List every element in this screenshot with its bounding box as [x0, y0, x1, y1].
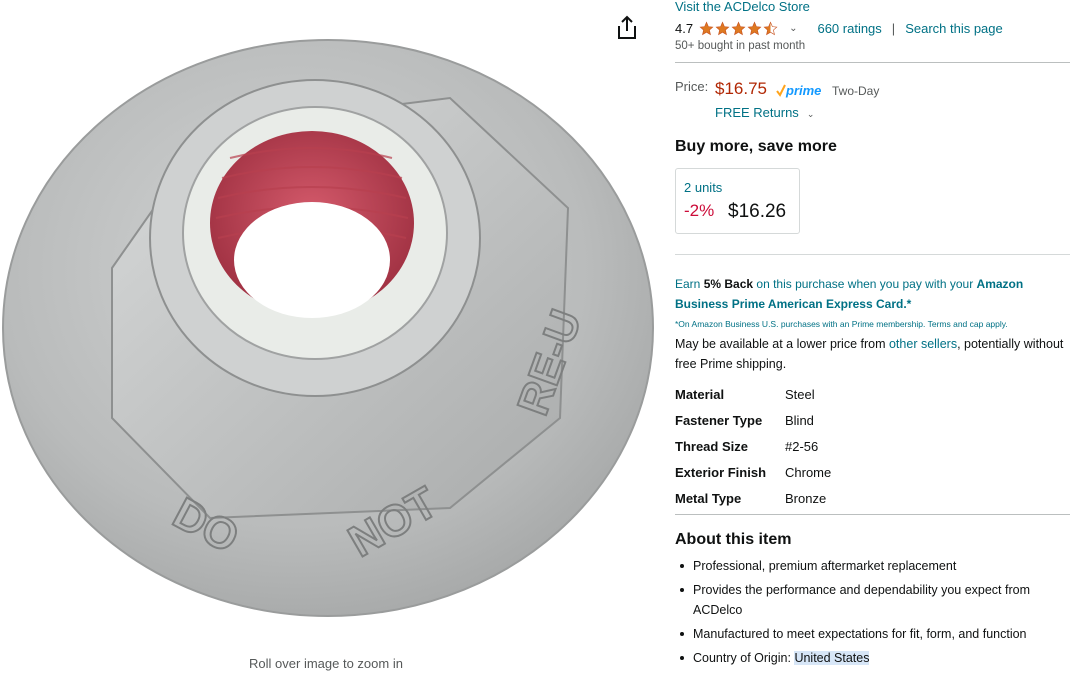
spec-key: Thread Size: [675, 438, 748, 454]
promo-fine-print[interactable]: *On Amazon Business U.S. purchases with …: [675, 319, 1008, 329]
spec-row: Metal Type Bronze: [675, 485, 831, 511]
svg-text:prime: prime: [785, 83, 821, 98]
about-bullets: Professional, premium aftermarket replac…: [675, 556, 1070, 672]
spec-value: Bronze: [785, 490, 827, 506]
spec-value: Chrome: [785, 464, 832, 480]
spec-table: Material Steel Fastener Type Blind Threa…: [675, 381, 831, 511]
price-label: Price:: [675, 79, 709, 94]
promo-back: 5% Back: [703, 277, 754, 291]
divider: [675, 514, 1070, 515]
lower-price-before: May be available at a lower price from: [675, 337, 889, 351]
spec-key: Metal Type: [675, 490, 742, 506]
image-column: DO NOT RE-U Roll over image to zoom in: [0, 0, 655, 676]
tier-price: $16.26: [728, 201, 787, 222]
spec-row: Fastener Type Blind: [675, 407, 831, 433]
store-link[interactable]: Visit the ACDelco Store: [675, 0, 810, 14]
share-button[interactable]: [614, 14, 640, 42]
amex-promo[interactable]: Earn 5% Back on this purchase when you p…: [675, 274, 1070, 314]
spec-key: Exterior Finish: [675, 464, 767, 480]
buy-more-title: Buy more, save more: [675, 138, 837, 155]
list-item: Country of Origin: United States: [675, 648, 1070, 668]
rating-value: 4.7: [675, 20, 694, 36]
lower-price-note: May be available at a lower price from o…: [675, 334, 1070, 374]
product-image[interactable]: DO NOT RE-U: [0, 38, 655, 618]
promo-mid: on this purchase when you pay with your: [753, 277, 977, 291]
spec-row: Thread Size #2-56: [675, 433, 831, 459]
rating-row: 4.7 ⌄ 660 ratings | Search this page: [675, 18, 1003, 38]
star-icon: [747, 20, 762, 35]
list-item: Manufactured to meet expectations for fi…: [675, 624, 1070, 644]
tier-discount: -2%: [684, 201, 715, 220]
star-icon: [699, 20, 714, 35]
price-value: $16.75: [715, 79, 767, 98]
origin-label: Country of Origin:: [693, 651, 795, 665]
tier-units: 2 units: [684, 180, 723, 195]
other-sellers-link[interactable]: other sellers: [889, 337, 957, 351]
chevron-down-icon: ⌄: [806, 109, 815, 119]
product-info: Visit the ACDelco Store 4.7 ⌄ 660 rating…: [675, 0, 1070, 676]
spec-row: Material Steel: [675, 381, 831, 407]
origin-value: United States: [794, 651, 870, 665]
list-item: Provides the performance and dependabili…: [675, 580, 1070, 620]
promo-earn: Earn: [675, 277, 704, 291]
prime-speed: Two-Day: [832, 84, 880, 98]
spec-value: #2-56: [785, 438, 819, 454]
free-returns-label: FREE Returns: [715, 105, 799, 120]
spec-value: Blind: [785, 412, 814, 428]
search-page-link[interactable]: Search this page: [905, 21, 1003, 36]
divider: [675, 254, 1070, 255]
free-returns-link[interactable]: FREE Returns ⌄: [715, 105, 814, 120]
spec-key: Material: [675, 386, 725, 402]
share-icon: [618, 15, 636, 39]
star-icon: [731, 20, 746, 35]
ratings-link[interactable]: 660 ratings: [817, 21, 881, 36]
about-title: About this item: [675, 531, 792, 548]
list-item: Professional, premium aftermarket replac…: [675, 556, 1070, 576]
quantity-tier-card[interactable]: 2 units -2% $16.26: [675, 168, 800, 234]
prime-logo: prime: [776, 83, 821, 98]
half-star-icon: [763, 20, 778, 35]
bought-count: 50+ bought in past month: [675, 40, 806, 52]
zoom-hint: Roll over image to zoom in: [249, 656, 403, 671]
spec-row: Exterior Finish Chrome: [675, 459, 831, 485]
star-rating[interactable]: ⌄: [699, 20, 798, 36]
star-icon: [715, 20, 730, 35]
spec-value: Steel: [785, 386, 815, 402]
divider: [675, 62, 1070, 63]
chevron-down-icon: ⌄: [789, 22, 798, 34]
spec-key: Fastener Type: [675, 412, 763, 428]
separator: |: [891, 20, 896, 36]
